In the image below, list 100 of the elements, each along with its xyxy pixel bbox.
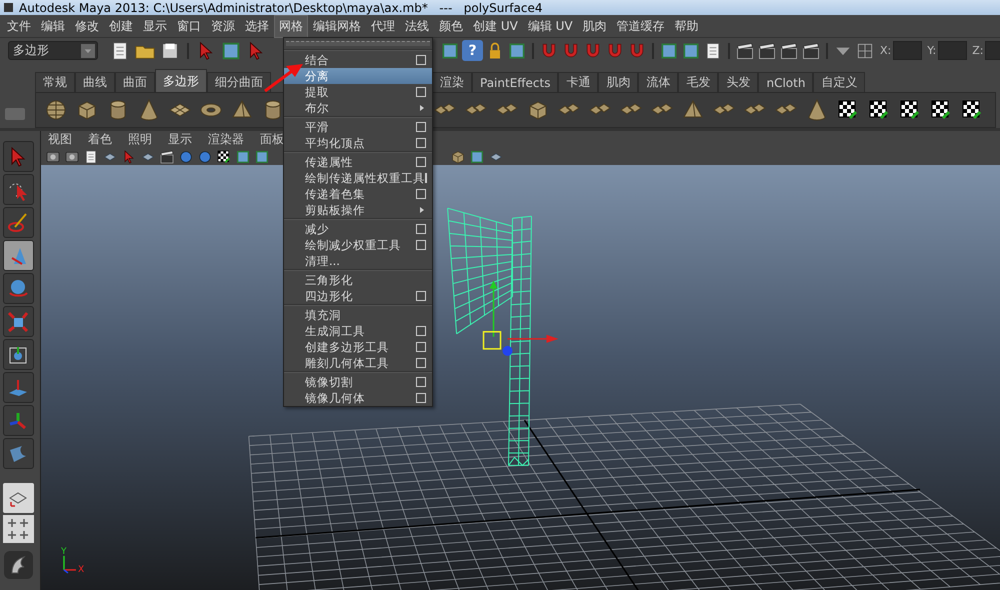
menu-entry[interactable]: 三角形化 bbox=[284, 272, 432, 288]
tool-button[interactable] bbox=[2, 306, 34, 337]
shelf-tab[interactable]: 曲线 bbox=[75, 72, 115, 92]
menu-entry-label: 绘制减少权重工具 bbox=[305, 238, 401, 252]
panel-menu-item[interactable]: 照明 bbox=[128, 131, 152, 148]
menu-item[interactable]: 窗口 bbox=[172, 14, 206, 38]
menu-item[interactable]: 显示 bbox=[138, 14, 172, 38]
square-icon[interactable] bbox=[254, 148, 270, 164]
clapperboard-icon[interactable] bbox=[801, 40, 821, 60]
menu-entry[interactable]: 减少 bbox=[284, 221, 432, 237]
menu-entry[interactable]: 四边形化 bbox=[284, 288, 432, 304]
panel-menu-item[interactable]: 显示 bbox=[168, 131, 192, 148]
menu-entry[interactable]: 传递属性 bbox=[284, 154, 432, 170]
menu-item[interactable]: 编辑 bbox=[36, 14, 70, 38]
shelf-tab[interactable]: 细分曲面 bbox=[207, 72, 271, 92]
shelf-tab[interactable]: PaintEffects bbox=[472, 72, 558, 92]
tool-button[interactable] bbox=[2, 273, 34, 304]
menu-item[interactable]: 资源 bbox=[206, 14, 240, 38]
clapperboard-icon[interactable] bbox=[757, 40, 777, 60]
menu-item[interactable]: 修改 bbox=[70, 14, 104, 38]
checker-icon[interactable] bbox=[898, 98, 922, 122]
menu-item[interactable]: 创建 bbox=[104, 14, 138, 38]
checker-icon[interactable] bbox=[929, 98, 953, 122]
cube-icon[interactable] bbox=[450, 148, 466, 164]
menu-entry[interactable]: 绘制减少权重工具 bbox=[284, 237, 432, 253]
menu-item[interactable]: 法线 bbox=[400, 14, 434, 38]
menu-entry[interactable]: 布尔 bbox=[284, 100, 432, 116]
menu-item[interactable]: 代理 bbox=[366, 14, 400, 38]
menu-entry[interactable]: 提取 bbox=[284, 84, 432, 100]
menu-item[interactable]: 文件 bbox=[2, 14, 36, 38]
panel-menu-item[interactable]: 视图 bbox=[48, 131, 72, 148]
menu-entry[interactable]: 绘制传递属性权重工具 bbox=[284, 170, 432, 186]
document-icon[interactable] bbox=[83, 148, 99, 164]
square-icon[interactable] bbox=[469, 148, 485, 164]
shelf-tab[interactable]: 常规 bbox=[35, 72, 75, 92]
menu-item[interactable]: 肌肉 bbox=[578, 14, 612, 38]
shelf-tab[interactable]: 头发 bbox=[718, 72, 758, 92]
move-manipulator[interactable] bbox=[482, 280, 558, 356]
square-icon[interactable] bbox=[440, 40, 460, 60]
sphere-icon[interactable] bbox=[178, 148, 194, 164]
menu-entry[interactable]: 平均化顶点 bbox=[284, 135, 432, 151]
menu-item[interactable]: 创建 UV bbox=[468, 14, 523, 38]
mode-dropdown[interactable]: 多边形 bbox=[8, 41, 98, 60]
menu-item[interactable]: 编辑 UV bbox=[522, 14, 578, 38]
tool-button[interactable] bbox=[2, 372, 34, 403]
menu-entry[interactable]: 创建多边形工具 bbox=[284, 339, 432, 355]
checker-icon[interactable] bbox=[960, 98, 984, 122]
four-view-icon[interactable] bbox=[6, 517, 30, 541]
menu-entry[interactable]: 镜像切割 bbox=[284, 374, 432, 390]
shelf-tab[interactable]: 自定义 bbox=[813, 72, 866, 92]
menu-item[interactable]: 编辑网格 bbox=[308, 14, 366, 38]
sphere-icon[interactable] bbox=[44, 98, 68, 122]
square-icon[interactable] bbox=[235, 148, 251, 164]
tool-button[interactable] bbox=[2, 339, 34, 370]
clapperboard-icon[interactable] bbox=[159, 148, 175, 164]
checker-icon[interactable] bbox=[216, 148, 232, 164]
square-icon[interactable] bbox=[681, 40, 701, 60]
menu-entry[interactable]: 传递着色集 bbox=[284, 186, 432, 202]
shelf-tab[interactable]: 多边形 bbox=[155, 69, 207, 92]
menu-item[interactable]: 颜色 bbox=[434, 14, 468, 38]
tool-button[interactable] bbox=[2, 207, 34, 238]
shelf-tab[interactable]: nCloth bbox=[758, 72, 814, 92]
shelf-scroll-handle[interactable] bbox=[5, 108, 25, 120]
shelf-tab[interactable]: 毛发 bbox=[678, 72, 718, 92]
app-icon bbox=[4, 3, 13, 12]
clapperboard-icon[interactable] bbox=[735, 40, 755, 60]
shelf-tab[interactable]: 曲面 bbox=[115, 72, 155, 92]
shelf-tab[interactable]: 流体 bbox=[638, 72, 678, 92]
menu-entry[interactable]: 填充洞 bbox=[284, 307, 432, 323]
menu-item[interactable]: 选择 bbox=[240, 14, 274, 38]
square-icon[interactable] bbox=[659, 40, 679, 60]
panel-menu-item[interactable]: 渲染器 bbox=[208, 131, 244, 148]
menu-entry[interactable]: 镜像几何体 bbox=[284, 390, 432, 406]
coordinate-field[interactable] bbox=[938, 41, 968, 60]
clapperboard-icon[interactable] bbox=[779, 40, 799, 60]
menu-entry[interactable]: 生成洞工具 bbox=[284, 323, 432, 339]
menu-entry[interactable]: 分离 bbox=[284, 68, 432, 84]
help-button[interactable]: ? bbox=[462, 40, 483, 61]
menu-entry[interactable]: 剪贴板操作 bbox=[284, 202, 432, 218]
tool-button[interactable] bbox=[2, 405, 34, 436]
menu-entry[interactable]: 清理... bbox=[284, 253, 432, 269]
checker-icon[interactable] bbox=[867, 98, 891, 122]
panel-menu-item[interactable]: 着色 bbox=[88, 131, 112, 148]
panel-menu-item[interactable]: 面板 bbox=[260, 131, 284, 148]
tool-button[interactable] bbox=[2, 438, 34, 469]
checker-icon[interactable] bbox=[836, 98, 860, 122]
sphere-icon[interactable] bbox=[197, 148, 213, 164]
shelf-tab[interactable]: 渲染 bbox=[432, 72, 472, 92]
menu-entry[interactable]: 雕刻几何体工具 bbox=[284, 355, 432, 371]
menu-entry[interactable]: 平滑 bbox=[284, 119, 432, 135]
menu-item[interactable]: 帮助 bbox=[670, 14, 704, 38]
axis-indicator bbox=[63, 556, 76, 574]
menu-item[interactable]: 管道缓存 bbox=[612, 14, 670, 38]
tool-button[interactable] bbox=[2, 240, 34, 271]
square-icon[interactable] bbox=[507, 40, 527, 60]
menu-item[interactable]: 网格 bbox=[274, 14, 308, 38]
coordinate-field[interactable] bbox=[893, 41, 922, 60]
shelf-tab[interactable]: 肌肉 bbox=[598, 72, 638, 92]
shelf-tab[interactable]: 卡通 bbox=[558, 72, 598, 92]
menu-entry[interactable]: 结合 bbox=[284, 52, 432, 68]
